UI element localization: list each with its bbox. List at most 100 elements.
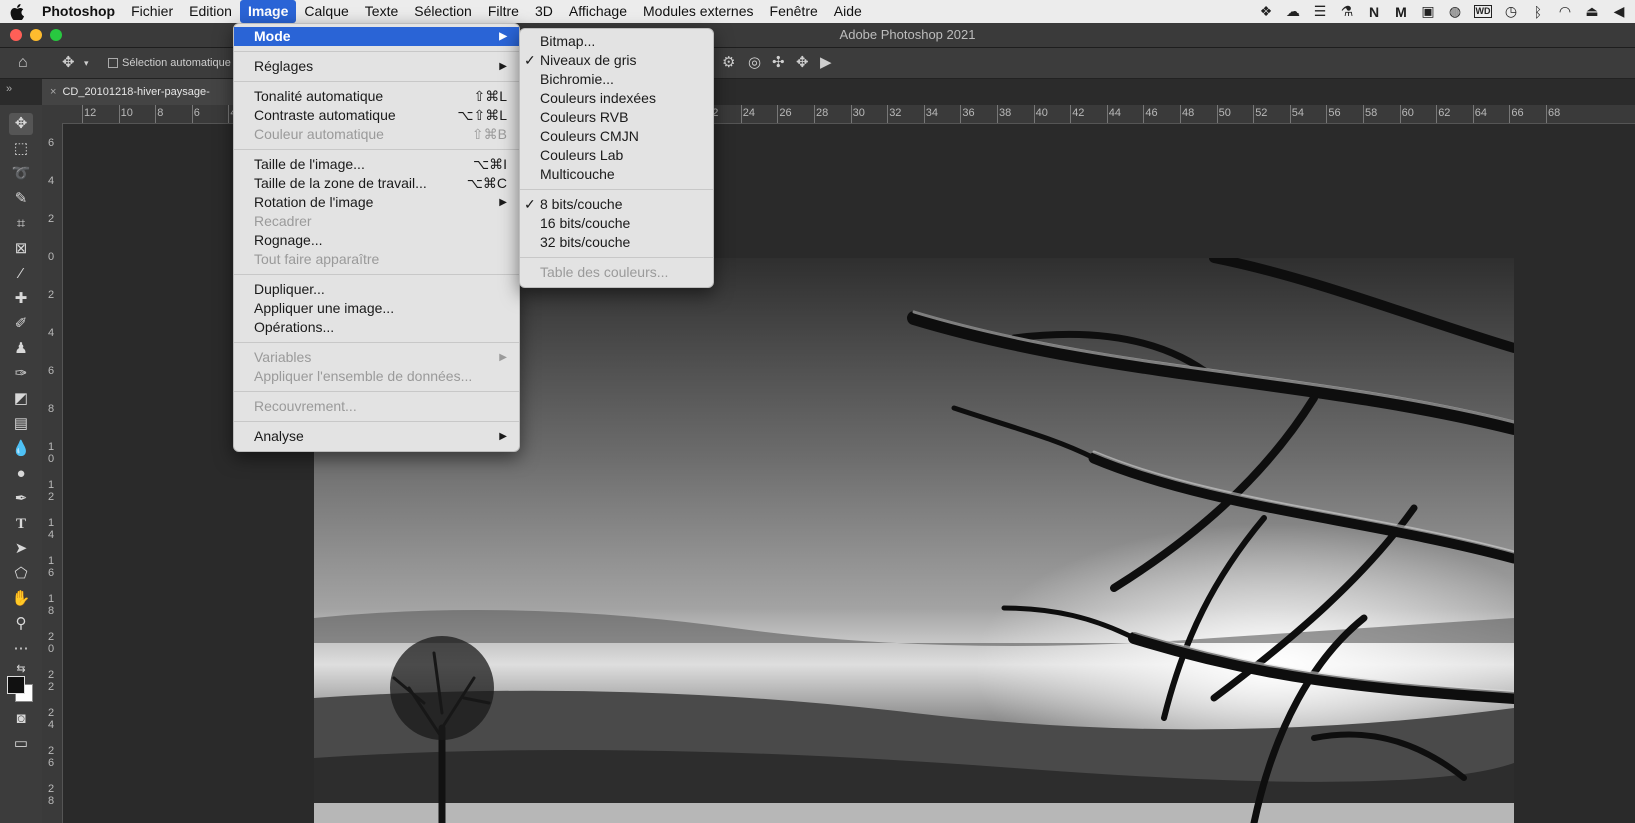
- foreground-color-swatch[interactable]: [7, 676, 25, 694]
- menu-item-operations[interactable]: Opérations...: [234, 318, 519, 337]
- mode-item-couleurs-rvb[interactable]: Couleurs RVB: [520, 108, 713, 127]
- menu-item-dupliquer[interactable]: Dupliquer...: [234, 280, 519, 299]
- menu-item-appliquer-une-image[interactable]: Appliquer une image...: [234, 299, 519, 318]
- menu-fichier[interactable]: Fichier: [123, 0, 181, 23]
- menu-affichage[interactable]: Affichage: [561, 0, 635, 23]
- menu-edition[interactable]: Edition: [181, 0, 240, 23]
- mode-item-niveaux-de-gris[interactable]: ✓ Niveaux de gris: [520, 51, 713, 70]
- move-tool-icon[interactable]: ✥: [62, 48, 75, 78]
- shape-tool-icon[interactable]: ⬠: [9, 563, 33, 585]
- bluetooth-icon[interactable]: ᛒ: [1530, 4, 1546, 20]
- menu-item-rotation-de-l-image[interactable]: Rotation de l'image ▶: [234, 193, 519, 212]
- 3d-orbit-icon[interactable]: ⚙: [722, 48, 735, 78]
- menu-item-label: Couleurs RVB: [540, 109, 629, 125]
- path-selection-tool-icon[interactable]: ➤: [9, 538, 33, 560]
- mode-item-couleurs-indexees[interactable]: Couleurs indexées: [520, 89, 713, 108]
- tool-preset-chevron-icon[interactable]: ▾: [84, 48, 89, 78]
- time-machine-icon[interactable]: ◷: [1503, 3, 1519, 20]
- m-icon[interactable]: M: [1393, 4, 1409, 20]
- type-tool-icon[interactable]: T: [9, 513, 33, 535]
- menu-3d[interactable]: 3D: [527, 0, 561, 23]
- mode-item-couleurs-lab[interactable]: Couleurs Lab: [520, 146, 713, 165]
- eyedropper-tool-icon[interactable]: ⁄: [9, 263, 33, 285]
- eraser-tool-icon[interactable]: ◩: [9, 388, 33, 410]
- dodge-tool-icon[interactable]: ●: [9, 463, 33, 485]
- menu-filtre[interactable]: Filtre: [480, 0, 527, 23]
- dropbox-icon[interactable]: ❖: [1258, 3, 1274, 20]
- menu-item-contraste-automatique[interactable]: Contraste automatique ⌥⇧⌘L: [234, 106, 519, 125]
- volume-icon[interactable]: ◀: [1611, 3, 1627, 20]
- mode-item-couleurs-cmjn[interactable]: Couleurs CMJN: [520, 127, 713, 146]
- mode-item-bichromie[interactable]: Bichromie...: [520, 70, 713, 89]
- history-brush-tool-icon[interactable]: ✑: [9, 363, 33, 385]
- creative-cloud-icon[interactable]: ☁: [1285, 3, 1301, 20]
- crop-tool-icon[interactable]: ⌗: [9, 213, 33, 235]
- menu-modules-externes[interactable]: Modules externes: [635, 0, 762, 23]
- ruler-tick-mark: [1143, 105, 1145, 123]
- n-icon[interactable]: N: [1366, 4, 1382, 20]
- blur-tool-icon[interactable]: 💧: [9, 438, 33, 460]
- vertical-ruler[interactable]: 6 4 2 0 2 4 6 8 1 0 1 2 1 4 1 6 1 8 2 0 2 2 2 4 2 6 2 8: [42, 123, 63, 823]
- gradient-tool-icon[interactable]: ▤: [9, 413, 33, 435]
- panel-collapse-icon[interactable]: »: [6, 83, 12, 95]
- menu-app-name[interactable]: Photoshop: [34, 0, 123, 23]
- move-tool-icon[interactable]: ✥: [9, 113, 33, 135]
- mode-item-bitmap[interactable]: Bitmap...: [520, 32, 713, 51]
- menu-item-taille-de-l-image[interactable]: Taille de l'image... ⌥⌘I: [234, 155, 519, 174]
- ruler-tick-label: 30: [852, 107, 865, 119]
- healing-brush-tool-icon[interactable]: ✚: [9, 288, 33, 310]
- menu-fenetre[interactable]: Fenêtre: [762, 0, 826, 23]
- menu-item-label: Appliquer l'ensemble de données...: [254, 368, 473, 384]
- apple-icon[interactable]: [10, 3, 28, 20]
- mode-item-8-bits-couche[interactable]: ✓ 8 bits/couche: [520, 195, 713, 214]
- menu-item-label: Niveaux de gris: [540, 52, 637, 68]
- menu-image[interactable]: Image: [239, 0, 297, 23]
- menu-item-analyse[interactable]: Analyse ▶: [234, 427, 519, 446]
- hand-tool-icon[interactable]: ✋: [9, 588, 33, 610]
- menu-aide[interactable]: Aide: [826, 0, 870, 23]
- frame-tool-icon[interactable]: ⊠: [9, 238, 33, 260]
- more-tools-icon[interactable]: ⋯: [9, 638, 33, 660]
- menu-item-mode[interactable]: Mode ▶: [234, 27, 519, 46]
- ruler-tick-mark: [740, 105, 742, 123]
- menu-item-label: Multicouche: [540, 166, 615, 182]
- 3d-roll-icon[interactable]: ◎: [748, 48, 761, 78]
- wd-icon[interactable]: WD: [1474, 5, 1492, 18]
- menu-texte[interactable]: Texte: [357, 0, 406, 23]
- auto-select-checkbox[interactable]: Sélection automatique :: [108, 48, 237, 78]
- screen-mode-icon[interactable]: ▭: [9, 733, 33, 755]
- 3d-drag-icon[interactable]: ✣: [772, 48, 785, 78]
- menu-item-tonalite-automatique[interactable]: Tonalité automatique ⇧⌘L: [234, 87, 519, 106]
- ruler-tick-label: 56: [1328, 107, 1341, 119]
- quick-mask-icon[interactable]: ◙: [9, 708, 33, 730]
- home-icon[interactable]: ⌂: [18, 48, 28, 78]
- quick-selection-tool-icon[interactable]: ✎: [9, 188, 33, 210]
- menu-calque[interactable]: Calque: [296, 0, 356, 23]
- stamp-icon[interactable]: ▣: [1420, 3, 1436, 20]
- menu-selection[interactable]: Sélection: [406, 0, 480, 23]
- menu-item-label: Couleurs indexées: [540, 90, 656, 106]
- list-icon[interactable]: ☰: [1312, 3, 1328, 20]
- mode-item-16-bits-couche[interactable]: 16 bits/couche: [520, 214, 713, 233]
- lasso-tool-icon[interactable]: ➰: [9, 163, 33, 185]
- wifi-icon[interactable]: ◠: [1557, 3, 1573, 20]
- pen-tool-icon[interactable]: ✒: [9, 488, 33, 510]
- marquee-tool-icon[interactable]: ⬚: [9, 138, 33, 160]
- submenu-arrow-icon: ▶: [499, 352, 507, 363]
- mode-item-32-bits-couche[interactable]: 32 bits/couche: [520, 233, 713, 252]
- eject-icon[interactable]: ⏏: [1584, 3, 1600, 20]
- menu-item-taille-de-la-zone-de-travail[interactable]: Taille de la zone de travail... ⌥⌘C: [234, 174, 519, 193]
- 3d-camera-icon[interactable]: ▶: [820, 48, 832, 78]
- globe-icon[interactable]: ◍: [1447, 3, 1463, 20]
- mode-item-multicouche[interactable]: Multicouche: [520, 165, 713, 184]
- flask-icon[interactable]: ⚗: [1339, 3, 1355, 20]
- menu-separator: [234, 391, 519, 392]
- menu-item-rognage[interactable]: Rognage...: [234, 231, 519, 250]
- menu-item-reglages[interactable]: Réglages ▶: [234, 57, 519, 76]
- close-tab-icon[interactable]: ×: [50, 86, 56, 98]
- document-tab[interactable]: × CD_20101218-hiver-paysage-: [42, 79, 252, 105]
- clone-stamp-tool-icon[interactable]: ♟: [9, 338, 33, 360]
- zoom-tool-icon[interactable]: ⚲: [9, 613, 33, 635]
- 3d-slide-icon[interactable]: ✥: [796, 48, 809, 78]
- brush-tool-icon[interactable]: ✐: [9, 313, 33, 335]
